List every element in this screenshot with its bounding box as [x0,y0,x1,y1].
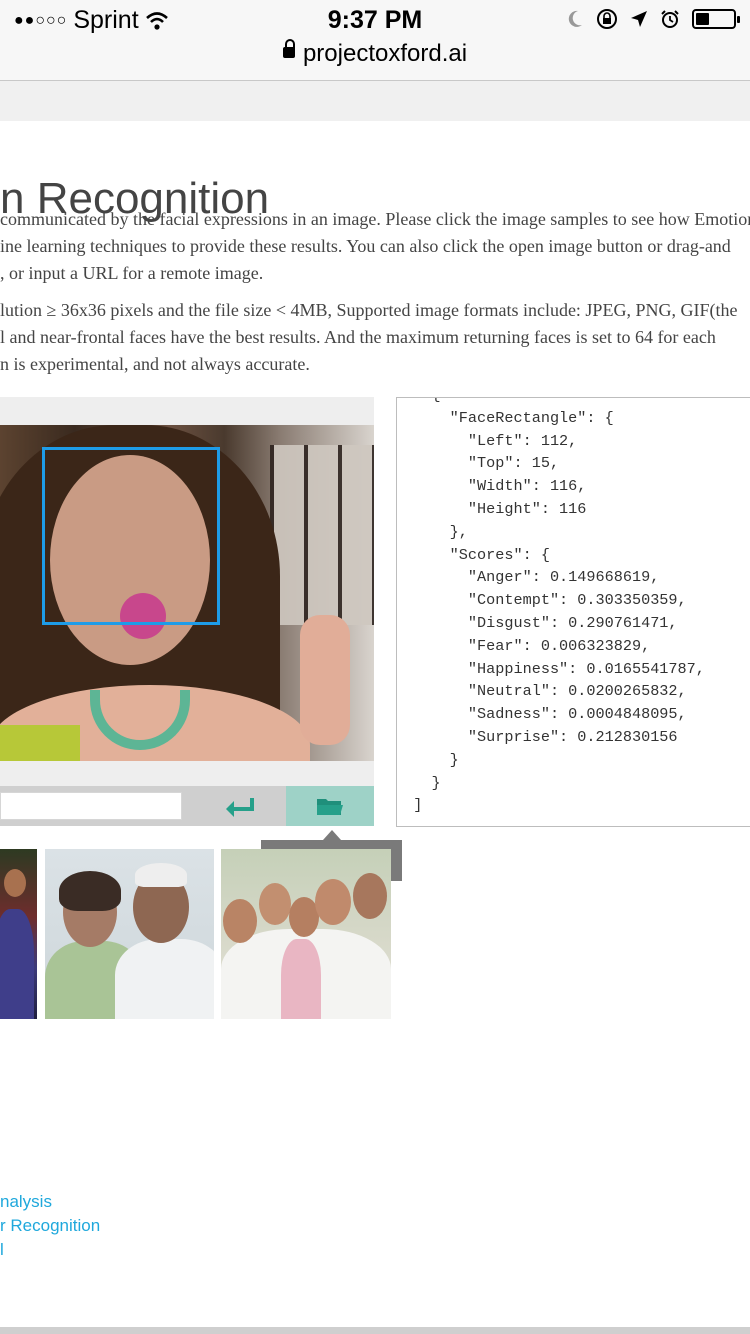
description-paragraph: communicated by the facial expressions i… [0,206,750,287]
moon-icon [568,10,582,27]
image-url-input[interactable] [0,792,182,820]
sample-thumbnail[interactable] [45,849,214,1019]
requirements-paragraph: lution ≥ 36x36 pixels and the file size … [0,297,750,378]
description-line: , or input a URL for a remote image. [0,263,264,283]
photo-window [270,445,374,625]
footer-links: nalysis r Recognition l [0,1190,100,1262]
status-icons [566,8,740,30]
page-bottom-bar [0,1327,750,1334]
battery-level [696,13,709,25]
requirements-line: lution ≥ 36x36 pixels and the file size … [0,300,738,320]
url-text: projectoxford.ai [302,40,468,67]
description-line: communicated by the facial expressions i… [0,209,750,229]
requirements-line: l and near-frontal faces have the best r… [0,327,716,347]
lock-icon [282,39,295,59]
footer-link-other[interactable]: l [0,1238,100,1262]
sample-thumbnail[interactable] [0,849,37,1019]
browser-toolbar-strip [0,81,750,121]
submit-url-button[interactable] [196,788,284,826]
description-line: ine learning techniques to provide these… [0,236,731,256]
result-json-panel[interactable]: { "FaceRectangle": { "Left": 112, "Top":… [396,397,750,827]
enter-arrow-icon [226,798,254,817]
photo-shirt [0,725,80,761]
rotation-lock-icon [597,9,617,29]
status-bar: ●●○○○ Sprint 9:37 PM projectoxford.ai [0,0,750,81]
footer-link-emotion-analysis[interactable]: nalysis [0,1190,100,1214]
alarm-icon [661,10,679,28]
address-bar[interactable]: projectoxford.ai [0,39,750,68]
folder-icon [317,799,343,815]
result-json-text: { "FaceRectangle": { "Left": 112, "Top":… [413,398,705,815]
photo-hand [300,615,350,745]
face-rectangle-overlay [42,447,220,625]
sample-thumbnail[interactable] [221,849,391,1019]
battery-icon [692,9,740,29]
requirements-line: n is experimental, and not always accura… [0,354,310,374]
open-image-button[interactable] [286,786,374,826]
location-icon [631,11,647,27]
footer-link-recognition[interactable]: r Recognition [0,1214,100,1238]
